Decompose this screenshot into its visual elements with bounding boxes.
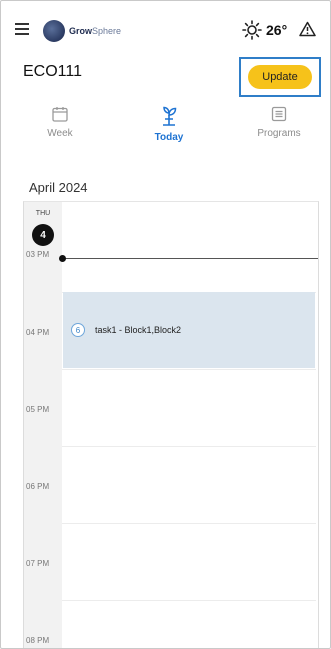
list-icon bbox=[271, 106, 287, 122]
logo-text: GrowSphere bbox=[69, 26, 121, 36]
hour-label: 03 PM bbox=[26, 250, 50, 259]
event-block[interactable]: 6 task1 - Block1,Block2 bbox=[63, 292, 315, 368]
hamburger-menu-icon[interactable] bbox=[15, 23, 29, 35]
hour-label: 08 PM bbox=[26, 636, 50, 645]
hour-label: 05 PM bbox=[26, 405, 50, 414]
sun-icon bbox=[242, 20, 262, 40]
day-calendar[interactable]: THU 4 03 PM 04 PM 05 PM 06 PM 07 PM 08 P… bbox=[23, 201, 319, 648]
hour-gridline bbox=[62, 369, 316, 370]
event-count-badge: 6 bbox=[71, 323, 85, 337]
current-time-line bbox=[62, 258, 318, 259]
view-tabs: Week Today Programs bbox=[1, 105, 330, 161]
app-frame: GrowSphere 26° ECO111 Update Week Today … bbox=[0, 0, 331, 649]
device-title: ECO111 bbox=[23, 63, 82, 80]
current-time-dot bbox=[59, 255, 66, 262]
logo-text-secondary: Sphere bbox=[92, 26, 122, 36]
hour-label: 06 PM bbox=[26, 482, 50, 491]
day-number-badge[interactable]: 4 bbox=[32, 224, 54, 246]
update-button[interactable]: Update bbox=[248, 65, 312, 89]
tab-week[interactable]: Week bbox=[25, 105, 95, 139]
month-label: April 2024 bbox=[29, 180, 88, 195]
globe-logo-icon bbox=[43, 20, 65, 42]
hour-gridline bbox=[62, 446, 316, 447]
logo-text-primary: Grow bbox=[69, 26, 93, 36]
calendar-icon bbox=[52, 107, 68, 122]
tab-programs-label: Programs bbox=[257, 128, 301, 139]
top-bar: GrowSphere 26° bbox=[1, 1, 330, 57]
day-name: THU bbox=[35, 210, 51, 217]
time-column bbox=[24, 202, 62, 648]
temperature-value: 26° bbox=[266, 22, 288, 38]
tab-today-label: Today bbox=[154, 132, 184, 143]
hour-gridline bbox=[62, 523, 316, 524]
weather-widget[interactable]: 26° bbox=[242, 20, 287, 40]
hour-label: 07 PM bbox=[26, 559, 50, 568]
hour-gridline bbox=[62, 600, 316, 601]
tab-today[interactable]: Today bbox=[134, 105, 204, 143]
app-logo[interactable]: GrowSphere bbox=[43, 20, 121, 42]
warning-triangle-icon[interactable] bbox=[299, 21, 316, 37]
event-title: task1 - Block1,Block2 bbox=[95, 325, 182, 335]
hour-label: 04 PM bbox=[26, 328, 50, 337]
update-highlight-frame: Update bbox=[239, 57, 321, 97]
tab-programs[interactable]: Programs bbox=[244, 105, 314, 139]
sprout-icon bbox=[163, 106, 177, 126]
tab-week-label: Week bbox=[47, 128, 73, 139]
